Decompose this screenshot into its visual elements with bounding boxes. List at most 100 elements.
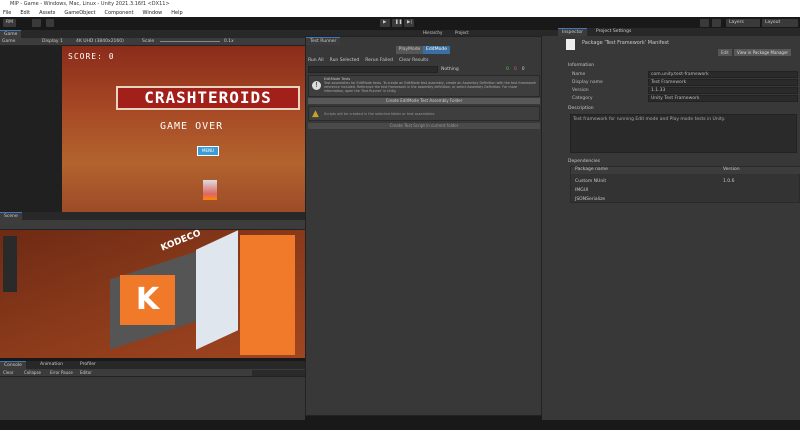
info-icon: ! <box>312 81 321 90</box>
layout-dropdown[interactable]: Layout <box>762 19 798 27</box>
menu-gameobject[interactable]: GameObject <box>64 9 95 17</box>
rerun-failed-button[interactable]: Rerun Failed <box>365 58 393 63</box>
warning-box: ▲ Scripts will be created in the selecte… <box>308 106 540 121</box>
name-field[interactable]: com.unity.test-framework <box>648 71 798 78</box>
dependencies-table: Package name Version Custom NUnit 1.0.6 … <box>570 166 800 203</box>
clear-results-button[interactable]: Clear Results <box>399 58 428 63</box>
cloud-icon[interactable] <box>32 19 41 27</box>
menu-component[interactable]: Component <box>105 9 134 17</box>
scene-pillar <box>240 235 295 355</box>
kodeco-k-icon: K <box>120 275 175 325</box>
scale-value: 0.1x <box>224 39 234 44</box>
error-pause-button[interactable]: Error Pause <box>50 369 73 376</box>
collab-icon[interactable] <box>46 19 54 27</box>
play-button[interactable]: ▶ <box>380 19 390 27</box>
score-text: SCORE: 0 <box>68 52 115 61</box>
menu-button[interactable]: MENU <box>197 146 219 156</box>
pause-button[interactable]: ❚❚ <box>392 19 403 27</box>
search-icon[interactable] <box>712 19 721 27</box>
col-package-name: Package name <box>575 167 608 172</box>
create-script-button[interactable]: Create Test Script in current folder <box>308 123 540 129</box>
editor-dropdown[interactable]: Editor <box>80 369 92 376</box>
account-button[interactable]: RM <box>3 19 17 27</box>
resolution-dropdown[interactable]: 4K UHD (3840x2160) <box>76 38 124 45</box>
category-field[interactable]: Unity Test Framework <box>648 95 798 102</box>
version-field[interactable]: 1.1.33 <box>648 87 798 94</box>
status-bar <box>0 420 800 430</box>
dep-name: JSONSerialize <box>575 197 606 202</box>
scene-tool-palette[interactable] <box>3 236 17 292</box>
playmode-tab[interactable]: PlayMode <box>396 46 423 54</box>
ship-icon <box>203 180 217 200</box>
tab-profiler[interactable]: Profiler <box>76 361 100 369</box>
inspector-tabbar: Inspector Project Settings <box>558 28 800 36</box>
info-text: Test assemblies for EditMode tests. To c… <box>324 81 537 93</box>
scene-panel <box>196 230 238 350</box>
field-label: Display name <box>572 80 603 85</box>
menu-help[interactable]: Help <box>171 9 182 17</box>
menu-assets[interactable]: Assets <box>39 9 55 17</box>
console-search-input[interactable] <box>252 370 305 376</box>
menu-bar: File Edit Assets GameObject Component Wi… <box>0 9 800 17</box>
clear-button[interactable]: Clear <box>3 369 13 376</box>
dep-name: IMGUI <box>575 188 589 193</box>
game-mode-dropdown[interactable]: Game <box>2 38 15 45</box>
tab-scene[interactable]: Scene <box>0 212 22 220</box>
history-icon[interactable] <box>700 19 709 27</box>
warning-icon: ▲ <box>312 109 319 119</box>
col-version: Version <box>723 167 740 172</box>
information-label: Information <box>568 63 595 68</box>
menu-edit[interactable]: Edit <box>20 9 30 17</box>
test-search-input[interactable] <box>308 66 438 73</box>
test-actions: Run All Run Selected Rerun Failed Clear … <box>308 58 428 63</box>
display-name-field[interactable]: Test Framework <box>648 79 798 86</box>
tab-animation[interactable]: Animation <box>36 361 67 369</box>
filter-dropdown[interactable]: Nothing <box>441 67 501 72</box>
tab-console[interactable]: Console <box>0 361 26 369</box>
game-logo: CRASHTEROIDS <box>116 86 300 110</box>
info-box: ! EditMode Tests Test assemblies for Edi… <box>308 75 540 97</box>
letterbox <box>0 46 62 212</box>
result-counts: 0 0 0 <box>506 67 525 72</box>
scale-slider[interactable] <box>160 41 220 42</box>
game-toolbar: Game Display 1 4K UHD (3840x2160) Scale … <box>0 38 305 46</box>
failed-count[interactable]: 0 <box>514 67 517 72</box>
collapse-button[interactable]: Collapse <box>24 369 41 376</box>
tab-test-runner[interactable]: Test Runner <box>306 37 341 45</box>
run-all-button[interactable]: Run All <box>308 58 324 63</box>
field-label: Category <box>572 96 593 101</box>
console-tabbar: Console Animation Profiler <box>0 361 305 369</box>
dep-name: Custom NUnit <box>575 179 607 184</box>
scale-label: Scale <box>142 39 155 44</box>
game-over-text: GAME OVER <box>160 121 224 132</box>
tab-hierarchy[interactable]: Hierarchy <box>423 30 442 35</box>
console-log <box>0 377 305 420</box>
tab-project[interactable]: Project <box>455 30 469 35</box>
view-package-manager-button[interactable]: View in Package Manager <box>734 49 792 56</box>
description-field[interactable]: Test framework for running Edit mode and… <box>570 114 797 153</box>
menu-window[interactable]: Window <box>143 9 163 17</box>
tab-inspector[interactable]: Inspector <box>558 28 587 36</box>
create-folder-button[interactable]: Create EditMode Test Assembly Folder <box>308 98 540 104</box>
editmode-tab[interactable]: EditMode <box>423 46 450 54</box>
tab-project-settings[interactable]: Project Settings <box>592 28 635 36</box>
menu-file[interactable]: File <box>3 9 11 17</box>
skipped-count[interactable]: 0 <box>522 67 525 72</box>
file-icon <box>566 39 575 50</box>
test-runner-window: Test Runner PlayMode EditMode Run All Ru… <box>305 36 542 416</box>
scene-toolbar <box>0 220 305 230</box>
display-dropdown[interactable]: Display 1 <box>42 38 63 45</box>
edit-button[interactable]: Edit <box>718 49 732 56</box>
field-label: Name <box>572 72 586 77</box>
scene-tabbar: Scene <box>0 212 305 220</box>
layers-dropdown[interactable]: Layers <box>726 19 760 27</box>
dependencies-header: Package name Version <box>571 167 800 174</box>
dep-version: 1.0.6 <box>723 179 735 184</box>
passed-count[interactable]: 0 <box>506 67 509 72</box>
tab-game[interactable]: Game <box>0 30 22 38</box>
step-button[interactable]: ▶| <box>404 19 414 27</box>
inspector-header: Package 'Test Framework' Manifest <box>582 40 670 46</box>
run-selected-button[interactable]: Run Selected <box>330 58 360 63</box>
dependencies-label: Dependencies <box>568 159 601 164</box>
console-toolbar: Clear Collapse Error Pause Editor <box>0 369 305 377</box>
